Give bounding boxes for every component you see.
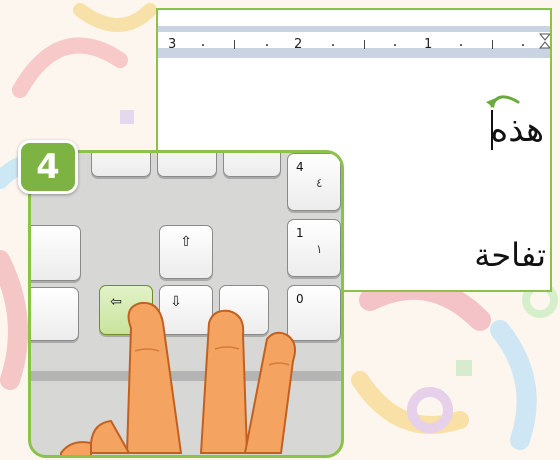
document-text-line-2[interactable]: تفاحة: [474, 236, 546, 274]
ruler-mark: [234, 40, 235, 49]
ruler-dot: [460, 44, 462, 46]
ruler-label-3: 3: [168, 37, 177, 52]
ruler-dot: [394, 44, 396, 46]
ruler-mark: [364, 40, 365, 49]
ruler-label-1: 1: [424, 37, 433, 52]
ruler-dot: [332, 44, 334, 46]
text-cursor: [491, 110, 493, 150]
ruler-mark: [492, 40, 493, 49]
ruler-strip: 3 2 1: [158, 32, 552, 52]
ruler-dot: [266, 44, 268, 46]
ruler: 3 2 1: [158, 26, 550, 58]
ruler-dot: [202, 44, 204, 46]
ruler-label-2: 2: [294, 37, 303, 52]
step-badge: 4: [18, 140, 78, 194]
hand-pressing-icon: [60, 301, 296, 455]
document-text-line-1[interactable]: هذه: [490, 110, 544, 150]
ruler-indent-marker-icon[interactable]: [538, 32, 552, 50]
keyboard-closeup: ⇧ ⇦ ⇩ 4 ٤ 1 ١ 0: [28, 150, 344, 458]
cursor-move-arrow-icon: [486, 95, 520, 108]
ruler-dot: [522, 44, 524, 46]
